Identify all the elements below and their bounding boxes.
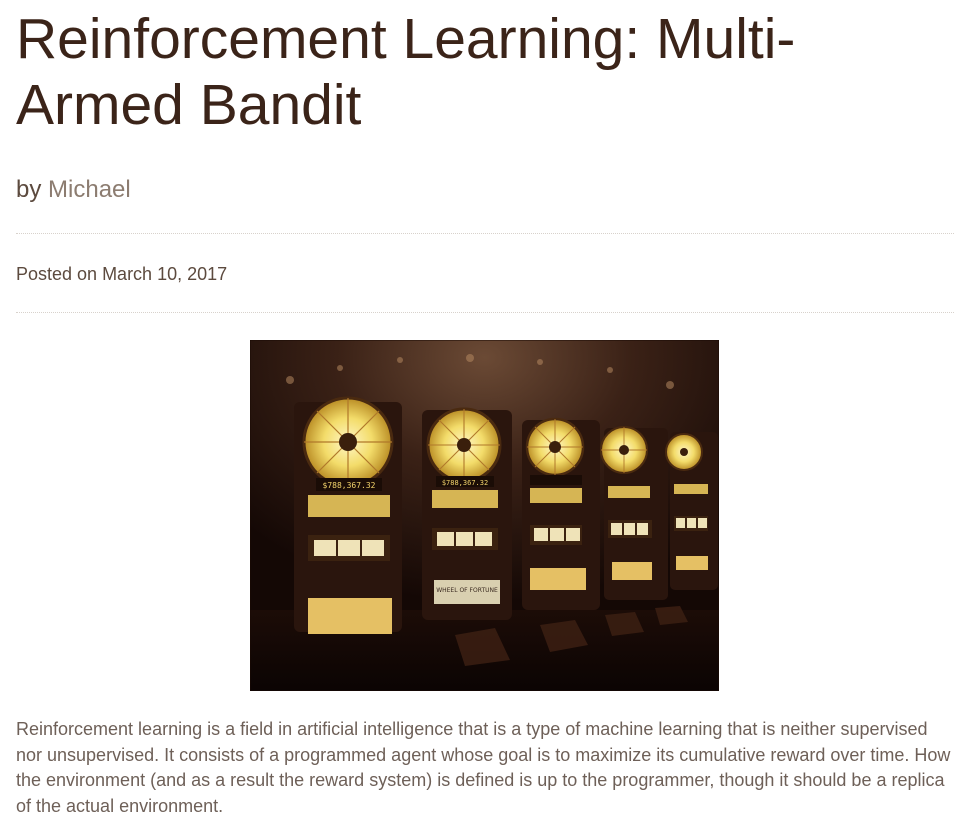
divider-bottom: [16, 312, 954, 313]
by-label: by: [16, 176, 42, 203]
posted-date: Posted on March 10, 2017: [16, 264, 228, 284]
post-title: Reinforcement Learning: Multi-Armed Band…: [16, 7, 796, 137]
slot-machines-image: $788,367.32 $788,367.32 WHEEL OF FORTUNE: [250, 340, 719, 691]
author-link[interactable]: Michael: [48, 176, 131, 203]
divider-top: [16, 233, 954, 234]
jackpot-readout-2: $788,367.32: [442, 479, 488, 487]
post-byline: by Michael: [16, 174, 131, 206]
machine-sign: WHEEL OF FORTUNE: [436, 587, 498, 594]
jackpot-readout-1: $788,367.32: [323, 481, 376, 490]
blog-post: Reinforcement Learning: Multi-Armed Band…: [0, 0, 965, 828]
post-paragraph: Reinforcement learning is a field in art…: [16, 719, 951, 816]
